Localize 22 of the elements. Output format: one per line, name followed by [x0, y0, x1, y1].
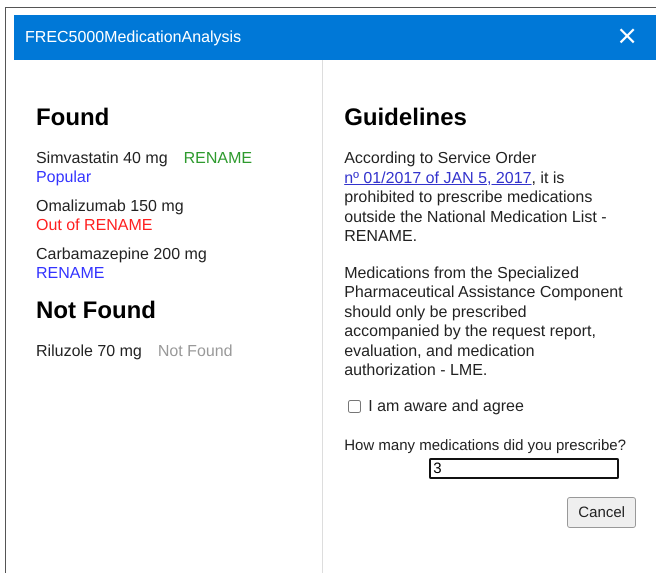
- medication-name: Riluzole 70 mg: [36, 343, 142, 360]
- question-label: How many medications did you prescribe?: [344, 436, 626, 455]
- guideline-paragraph: According to Service Order nº 01/2017 of JAN 5, 2017, it is prohibited to prescribe medications outside the National Medication List - RENAME.: [344, 149, 608, 246]
- status-label: RENAME: [36, 264, 106, 283]
- status-label: Not Found: [158, 343, 233, 360]
- close-button[interactable]: ×: [604, 22, 656, 52]
- status-label: Out of RENAME: [36, 216, 154, 235]
- medication-name: Simvastatin 40 mg: [36, 150, 168, 167]
- medication-name: Omalizumab 150 mg: [36, 198, 184, 215]
- guideline-paragraph: Medications from the Specialized Pharmaceutical Assistance Component should only be prescribed accompanied by the request report, evaluation, and medication authorization - LME.: [344, 264, 624, 380]
- agree-checkbox[interactable]: [348, 400, 362, 413]
- status-label: Popular: [36, 168, 92, 187]
- section-heading: Not Found: [36, 297, 157, 325]
- service-order-link[interactable]: nº 01/2017 of JAN 5, 2017: [344, 170, 532, 186]
- count-input-field[interactable]: 3: [429, 458, 620, 479]
- cancel-button[interactable]: Cancel: [567, 497, 636, 528]
- status-label: RENAME: [184, 150, 252, 167]
- section-heading: Found: [36, 104, 110, 132]
- checkbox-label: I am aware and agree: [368, 398, 524, 416]
- section-heading: Guidelines: [344, 104, 468, 132]
- window-title: FREC5000MedicationAnalysis: [25, 28, 242, 46]
- medication-name: Carbamazepine 200 mg: [36, 246, 207, 263]
